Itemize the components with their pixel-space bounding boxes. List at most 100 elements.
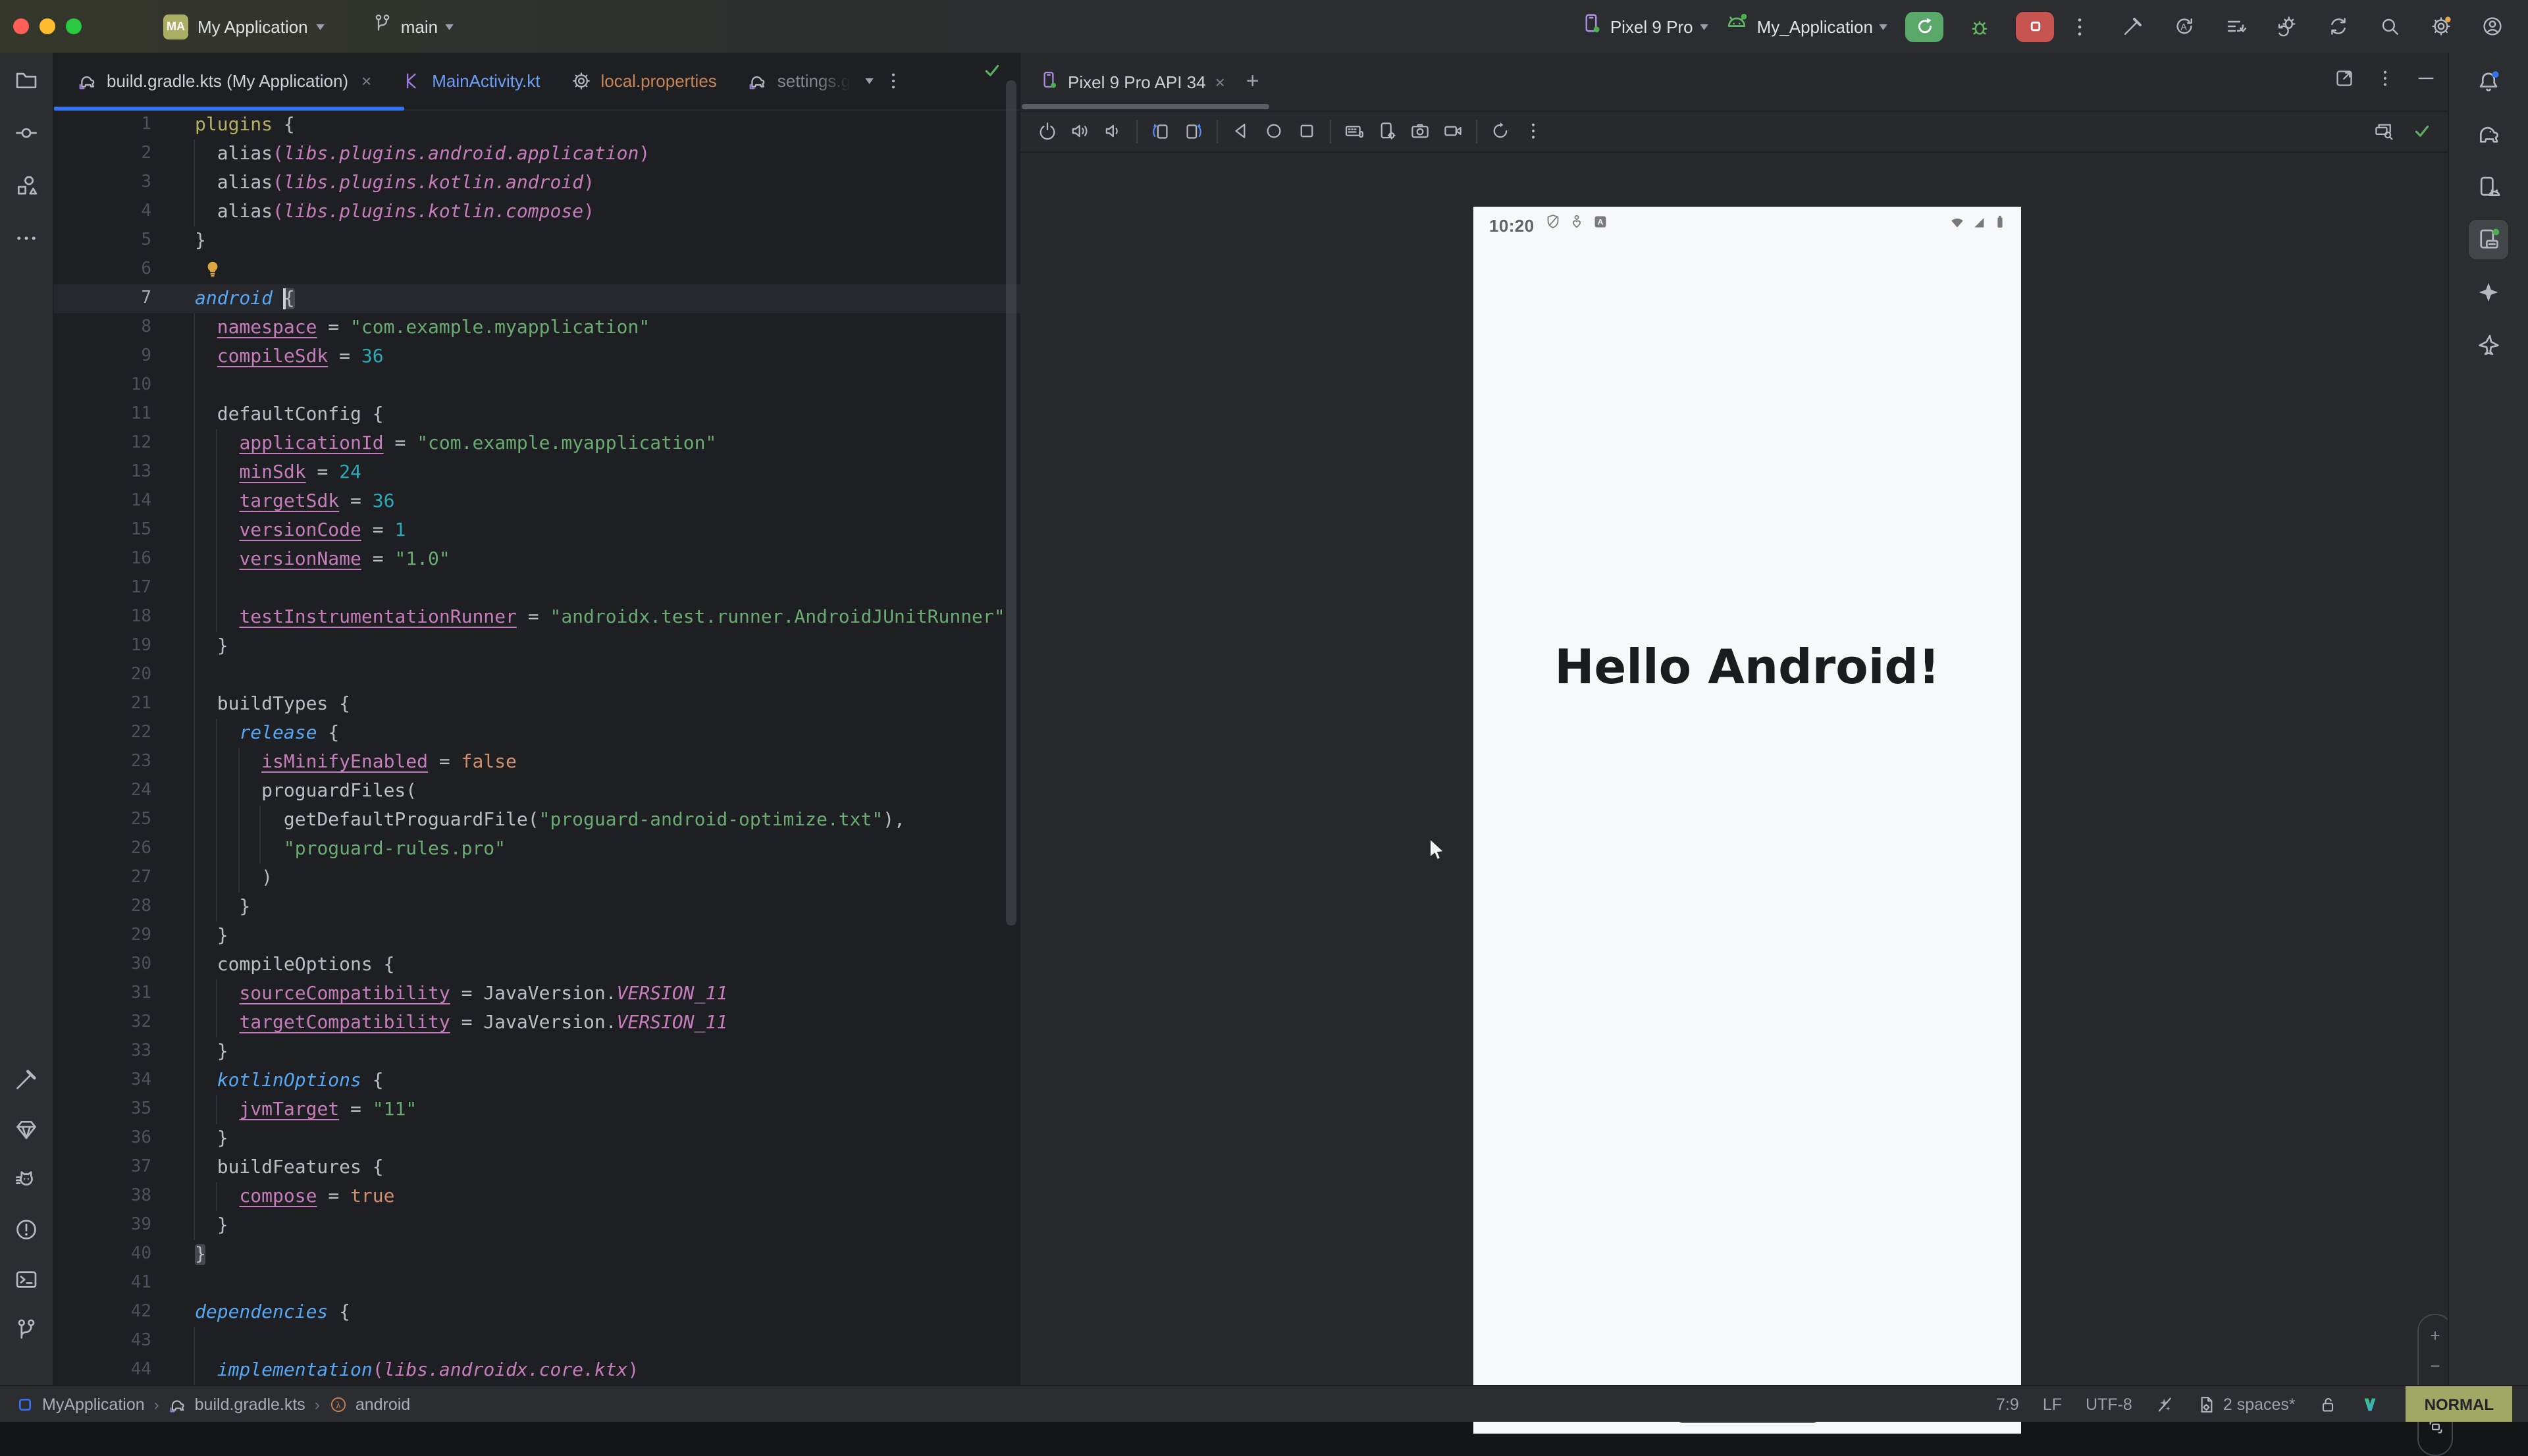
indent-setting[interactable]: 2 spaces* [2198, 1395, 2296, 1413]
logcat-icon[interactable] [7, 1160, 46, 1199]
code-line-13[interactable]: 13 minSdk = 24 [54, 458, 1020, 487]
panel-options-icon[interactable] [2375, 68, 2395, 95]
breadcrumb-file[interactable]: build.gradle.kts [169, 1395, 305, 1413]
code-line-43[interactable]: 43 [54, 1327, 1020, 1356]
problems-icon[interactable] [7, 1210, 46, 1249]
close-icon[interactable]: × [1215, 72, 1225, 91]
code-line-11[interactable]: 11 defaultConfig { [54, 400, 1020, 429]
code-line-20[interactable]: 20 [54, 661, 1020, 690]
code-line-27[interactable]: 27 ) [54, 864, 1020, 893]
code-line-24[interactable]: 24 proguardFiles( [54, 777, 1020, 806]
code-line-22[interactable]: 22 release { [54, 719, 1020, 748]
editor-tab-2[interactable]: MainActivity.kt [387, 53, 556, 109]
nav-back-icon[interactable] [1224, 115, 1257, 147]
device-tab[interactable]: Pixel 9 Pro API 34 × [1020, 53, 1238, 111]
code-line-16[interactable]: 16 versionName = "1.0" [54, 545, 1020, 574]
code-line-18[interactable]: 18 testInstrumentationRunner = "androidx… [54, 603, 1020, 632]
nav-overview-icon[interactable] [1290, 115, 1323, 147]
code-line-10[interactable]: 10 [54, 371, 1020, 400]
ai-assistant-status-icon[interactable] [2156, 1395, 2174, 1413]
code-line-15[interactable]: 15 versionCode = 1 [54, 516, 1020, 545]
version-control-icon[interactable] [7, 1310, 46, 1349]
apply-changes-icon[interactable]: A [2158, 7, 2209, 46]
hide-panel-icon[interactable] [2416, 68, 2436, 95]
code-line-33[interactable]: 33 } [54, 1037, 1020, 1066]
close-icon[interactable]: × [361, 71, 371, 91]
notifications-icon[interactable] [2469, 62, 2508, 101]
code-line-39[interactable]: 39 } [54, 1211, 1020, 1240]
vim-mode-badge[interactable]: NORMAL [2406, 1386, 2512, 1422]
breadcrumb-module[interactable]: MyApplication [16, 1395, 145, 1413]
code-line-4[interactable]: 4 alias(libs.plugins.kotlin.compose) [54, 197, 1020, 226]
code-line-36[interactable]: 36 } [54, 1124, 1020, 1153]
structure-tool-icon[interactable] [7, 166, 46, 205]
code-line-14[interactable]: 14 targetSdk = 36 [54, 487, 1020, 516]
code-line-28[interactable]: 28 } [54, 893, 1020, 922]
code-line-25[interactable]: 25 getDefaultProguardFile("proguard-andr… [54, 806, 1020, 835]
code-line-35[interactable]: 35 jvmTarget = "11" [54, 1095, 1020, 1124]
sync-project-icon[interactable] [2312, 7, 2363, 46]
attach-debugger-icon[interactable] [2261, 7, 2312, 46]
open-in-window-icon[interactable] [2334, 68, 2354, 95]
code-line-29[interactable]: 29 } [54, 922, 1020, 950]
code-line-30[interactable]: 30 compileOptions { [54, 950, 1020, 979]
gradle-tool-icon[interactable] [2469, 115, 2508, 154]
code-line-26[interactable]: 26 "proguard-rules.pro" [54, 835, 1020, 864]
nav-home-icon[interactable] [1257, 115, 1290, 147]
add-device-tab-button[interactable]: + [1246, 68, 1259, 95]
inspections-ok-icon[interactable] [982, 61, 1002, 87]
project-widget[interactable]: MA My Application ▾ [163, 14, 323, 39]
device-selector[interactable]: Pixel 9 Pro ▾ [1580, 12, 1707, 41]
profile-icon[interactable] [2466, 7, 2517, 46]
tab-more-icon[interactable] [883, 71, 903, 91]
run-tasks-icon[interactable] [2209, 7, 2261, 46]
run-button[interactable] [1905, 11, 1943, 41]
more-run-options[interactable] [2065, 7, 2094, 46]
reset-icon[interactable] [1484, 115, 1517, 147]
more-tool-windows-icon[interactable] [7, 219, 46, 258]
editor-tab-4[interactable]: settings.g [733, 53, 866, 109]
file-writable-icon[interactable] [2319, 1395, 2338, 1413]
code-line-38[interactable]: 38 compose = true [54, 1182, 1020, 1211]
app-quality-insights-icon[interactable] [7, 1110, 46, 1149]
code-line-9[interactable]: 9 compileSdk = 36 [54, 342, 1020, 371]
editor-tab-3[interactable]: local.properties [556, 53, 732, 109]
volume-down-icon[interactable] [1097, 115, 1130, 147]
build-hammer-icon[interactable] [2107, 7, 2158, 46]
code-line-1[interactable]: 1plugins { [54, 111, 1020, 140]
code-line-23[interactable]: 23 isMinifyEnabled = false [54, 748, 1020, 777]
code-line-37[interactable]: 37 buildFeatures { [54, 1153, 1020, 1182]
no-problems-icon[interactable] [2406, 115, 2438, 147]
code-line-6[interactable]: 6 [54, 255, 1020, 284]
zoom-out-button[interactable]: − [2430, 1358, 2440, 1375]
branch-widget[interactable]: main ▾ [373, 13, 452, 39]
rotate-right-icon[interactable] [1177, 115, 1210, 147]
code-line-7[interactable]: 7android { [54, 284, 1020, 313]
ui-check-icon[interactable] [2367, 115, 2400, 147]
gemini-icon[interactable] [2469, 273, 2508, 312]
close-window-button[interactable] [13, 18, 29, 34]
settings-icon[interactable] [2415, 7, 2466, 46]
emulator-screen[interactable]: 10:20 A Hello Android! [1473, 207, 2021, 1434]
maximize-window-button[interactable] [66, 18, 82, 34]
volume-up-icon[interactable] [1064, 115, 1097, 147]
app-insights-plane-icon[interactable] [2469, 325, 2508, 365]
tab-list-chevron-icon[interactable]: ▾ [865, 74, 874, 88]
power-icon[interactable] [1031, 115, 1064, 147]
tab-scrollbar[interactable] [1022, 104, 1269, 109]
code-line-21[interactable]: 21 buildTypes { [54, 690, 1020, 719]
code-editor[interactable]: 1plugins {2 alias(libs.plugins.android.a… [54, 111, 1020, 1386]
ideavim-icon[interactable] [2361, 1395, 2380, 1413]
code-line-42[interactable]: 42dependencies { [54, 1298, 1020, 1327]
code-line-34[interactable]: 34 kotlinOptions { [54, 1066, 1020, 1095]
terminal-icon[interactable] [7, 1260, 46, 1299]
screenshot-icon[interactable] [1404, 115, 1436, 147]
caret-position[interactable]: 7:9 [1996, 1395, 2019, 1413]
breadcrumb-block[interactable]: λandroid [329, 1395, 410, 1413]
code-line-12[interactable]: 12 applicationId = "com.example.myapplic… [54, 429, 1020, 458]
zoom-in-button[interactable]: + [2430, 1327, 2440, 1344]
intention-bulb-icon[interactable] [203, 259, 223, 279]
code-line-3[interactable]: 3 alias(libs.plugins.kotlin.android) [54, 169, 1020, 197]
code-line-41[interactable]: 41 [54, 1269, 1020, 1298]
commit-tool-icon[interactable] [7, 113, 46, 153]
